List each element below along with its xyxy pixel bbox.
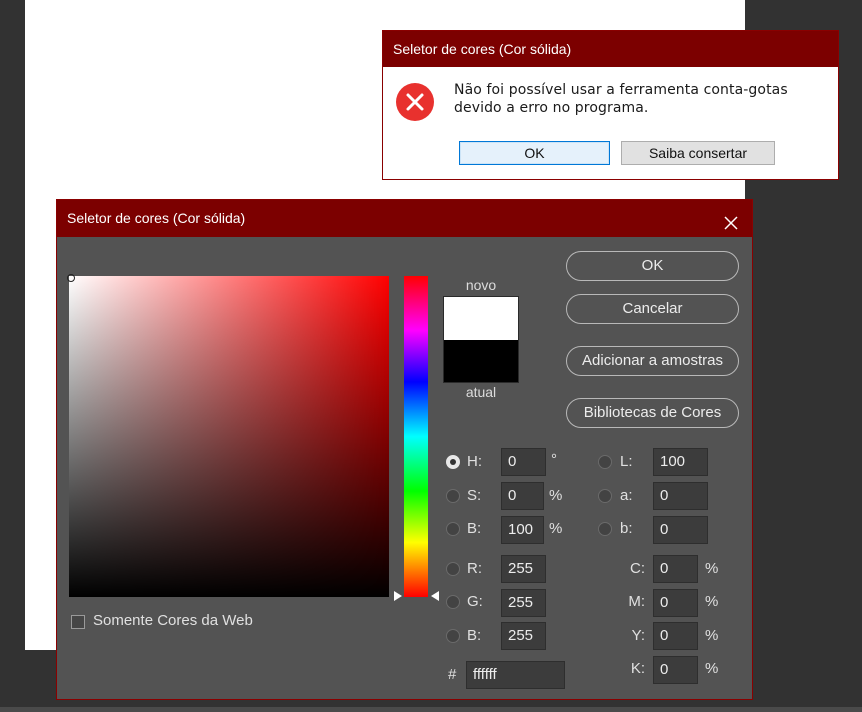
- r-field[interactable]: 255: [501, 555, 546, 583]
- learn-fix-button[interactable]: Saiba consertar: [621, 141, 775, 165]
- status-strip: [0, 707, 862, 712]
- cancel-button[interactable]: Cancelar: [566, 294, 739, 324]
- h-radio[interactable]: [446, 455, 460, 469]
- c-unit: %: [705, 560, 719, 577]
- error-dialog-title: Seletor de cores (Cor sólida): [383, 31, 838, 67]
- b-label-hsb: B:: [467, 520, 482, 537]
- b-field-hsb[interactable]: 100: [501, 516, 544, 544]
- l-field[interactable]: 100: [653, 448, 708, 476]
- b-label-rgb: B:: [467, 627, 482, 644]
- web-colors-checkbox[interactable]: [71, 615, 85, 629]
- s-radio[interactable]: [446, 489, 460, 503]
- y-field[interactable]: 0: [653, 622, 698, 650]
- s-unit: %: [549, 487, 563, 504]
- l-label: L:: [620, 453, 633, 470]
- g-radio[interactable]: [446, 595, 460, 609]
- saturation-brightness-field[interactable]: [69, 276, 389, 597]
- color-picker-dialog: Seletor de cores (Cor sólida) novo atual…: [56, 199, 753, 700]
- add-to-swatches-button[interactable]: Adicionar a amostras: [566, 346, 739, 376]
- color-libraries-button[interactable]: Bibliotecas de Cores: [566, 398, 739, 428]
- g-label: G:: [467, 593, 483, 610]
- c-label: C:: [630, 560, 645, 577]
- hex-label: #: [448, 666, 457, 683]
- hue-slider-left-handle[interactable]: [394, 591, 402, 601]
- l-radio[interactable]: [598, 455, 612, 469]
- s-label: S:: [467, 487, 482, 504]
- new-color-swatch: [444, 297, 518, 340]
- ok-button[interactable]: OK: [566, 251, 739, 281]
- error-message: Não foi possível usar a ferramenta conta…: [454, 82, 788, 116]
- b-radio-hsb[interactable]: [446, 522, 460, 536]
- m-label: M:: [628, 593, 645, 610]
- b-radio-lab[interactable]: [598, 522, 612, 536]
- m-unit: %: [705, 593, 719, 610]
- m-field[interactable]: 0: [653, 589, 698, 617]
- h-unit: °: [551, 451, 557, 468]
- hex-field[interactable]: ffffff: [466, 661, 565, 689]
- new-color-label: novo: [465, 277, 497, 293]
- color-picker-title: Seletor de cores (Cor sólida): [67, 210, 246, 226]
- b-field-lab[interactable]: 0: [653, 516, 708, 544]
- g-field[interactable]: 255: [501, 589, 546, 617]
- web-colors-label: Somente Cores da Web: [93, 612, 253, 629]
- b-radio-rgb[interactable]: [446, 629, 460, 643]
- s-field[interactable]: 0: [501, 482, 544, 510]
- a-label: a:: [620, 487, 633, 504]
- a-radio[interactable]: [598, 489, 612, 503]
- k-label: K:: [630, 660, 645, 677]
- current-color-label: atual: [465, 384, 497, 400]
- hue-slider-right-handle[interactable]: [431, 591, 439, 601]
- y-unit: %: [705, 627, 719, 644]
- r-radio[interactable]: [446, 562, 460, 576]
- b-unit-hsb: %: [549, 520, 563, 537]
- b-label-lab: b:: [620, 520, 633, 537]
- color-picker-title-bar: Seletor de cores (Cor sólida): [57, 200, 752, 237]
- b-field-rgb[interactable]: 255: [501, 622, 546, 650]
- current-color-swatch[interactable]: [444, 340, 518, 382]
- k-unit: %: [705, 660, 719, 677]
- a-field[interactable]: 0: [653, 482, 708, 510]
- hue-slider[interactable]: [404, 276, 428, 597]
- color-marker[interactable]: [67, 274, 75, 282]
- k-field[interactable]: 0: [653, 656, 698, 684]
- error-dialog: Seletor de cores (Cor sólida) Não foi po…: [382, 30, 839, 180]
- r-label: R:: [467, 560, 482, 577]
- color-preview: [443, 296, 519, 383]
- c-field[interactable]: 0: [653, 555, 698, 583]
- y-label: Y:: [631, 627, 645, 644]
- error-ok-button[interactable]: OK: [459, 141, 610, 165]
- h-field[interactable]: 0: [501, 448, 546, 476]
- error-icon: [396, 83, 434, 121]
- close-icon[interactable]: [722, 209, 740, 230]
- h-label: H:: [467, 453, 482, 470]
